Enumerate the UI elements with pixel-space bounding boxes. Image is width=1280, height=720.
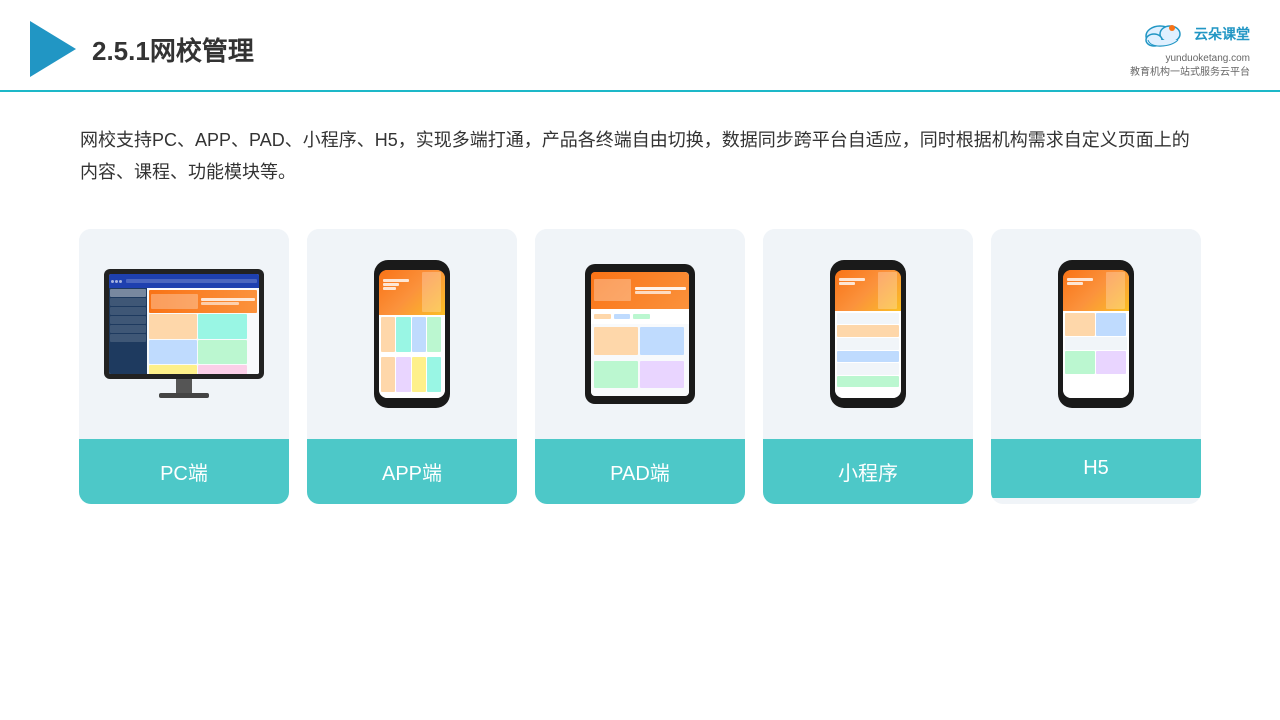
platform-cards: PC端 — [0, 209, 1280, 534]
header-left: 2.5.1网校管理 — [30, 21, 254, 77]
card-pc-image — [79, 229, 289, 439]
card-miniprogram: 小程序 — [763, 229, 973, 504]
cloud-icon — [1140, 18, 1188, 50]
card-app-label: APP端 — [307, 439, 517, 504]
brand-subtitle: yunduoketang.com 教育机构一站式服务云平台 — [1130, 52, 1250, 80]
h5-phone-screen — [1063, 270, 1129, 398]
card-h5: H5 — [991, 229, 1201, 504]
card-h5-image — [991, 229, 1201, 439]
pad-screen — [591, 272, 689, 396]
card-miniprogram-image — [763, 229, 973, 439]
monitor-screen — [109, 274, 259, 374]
brand-icon: 云朵课堂 — [1140, 18, 1250, 50]
pad-mockup — [585, 264, 695, 404]
card-pc: PC端 — [79, 229, 289, 504]
h5-phone-mockup — [1058, 260, 1134, 408]
card-pad-label: PAD端 — [535, 439, 745, 504]
card-h5-label: H5 — [991, 439, 1201, 498]
card-miniprogram-label: 小程序 — [763, 439, 973, 504]
card-app-image — [307, 229, 517, 439]
card-pad-image — [535, 229, 745, 439]
brand-name: 云朵课堂 — [1194, 24, 1250, 44]
brand-logo: 云朵课堂 yunduoketang.com 教育机构一站式服务云平台 — [1130, 18, 1250, 80]
card-pad: PAD端 — [535, 229, 745, 504]
card-app: APP端 — [307, 229, 517, 504]
logo-triangle-icon — [30, 21, 76, 77]
page-title: 2.5.1网校管理 — [92, 31, 254, 68]
page-header: 2.5.1网校管理 云朵课堂 yunduoketang.com 教育机构一站式服… — [0, 0, 1280, 92]
app-phone-screen — [379, 270, 445, 398]
mini-phone-mockup — [830, 260, 906, 408]
mini-phone-screen — [835, 270, 901, 398]
pc-mockup — [104, 269, 264, 398]
app-phone-mockup — [374, 260, 450, 408]
description-text: 网校支持PC、APP、PAD、小程序、H5，实现多端打通，产品各终端自由切换，数… — [0, 92, 1280, 209]
monitor-frame — [104, 269, 264, 379]
card-pc-label: PC端 — [79, 439, 289, 504]
